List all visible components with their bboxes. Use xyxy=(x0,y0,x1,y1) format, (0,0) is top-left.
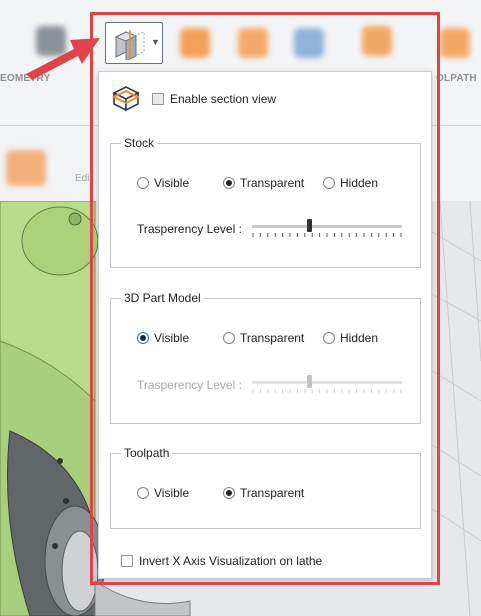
secondary-tool-icon[interactable] xyxy=(6,150,46,186)
highlight-frame xyxy=(90,12,440,585)
ribbon-extra-icon[interactable] xyxy=(440,28,470,58)
edit-label: Edi xyxy=(75,173,90,184)
red-arrow-icon xyxy=(26,38,100,80)
ribbon-toolpath-label: OLPATH xyxy=(436,73,477,84)
